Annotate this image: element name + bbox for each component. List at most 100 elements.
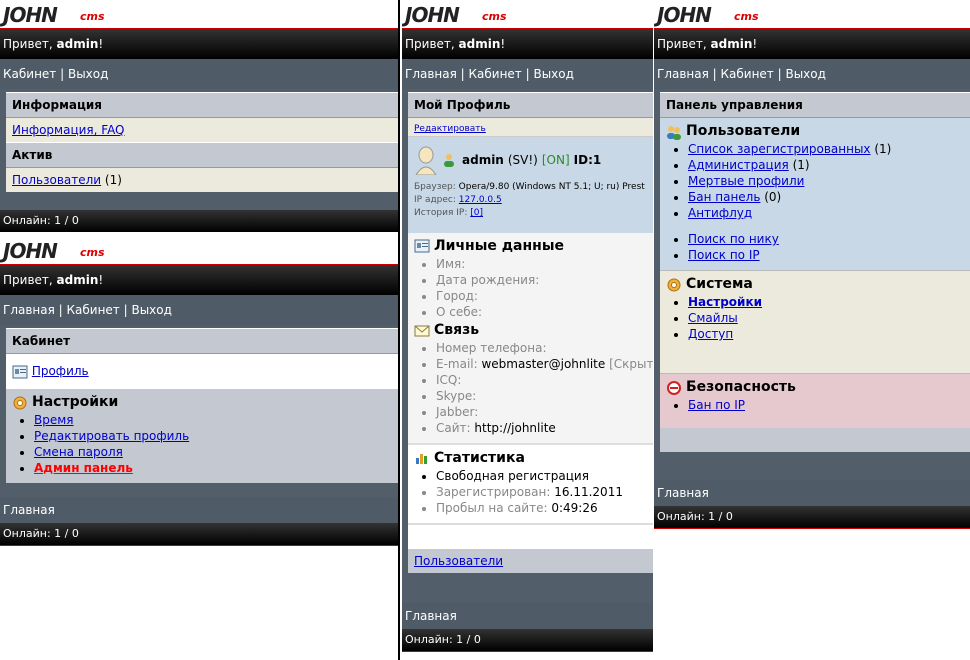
online-bar: Онлайн: 1 / 0 — [0, 210, 398, 232]
admin-panel-link[interactable]: Админ панель — [34, 461, 133, 475]
content-area: Информация Информация, FAQ Актив Пользов… — [0, 89, 398, 210]
logo-john: JOHN — [405, 3, 460, 27]
personal-list: Имя: Дата рождения: Город: О себе: — [414, 256, 647, 320]
greeting-bar: Привет, admin! — [0, 29, 398, 59]
contact-title-text: Связь — [434, 322, 480, 338]
site-value: http://johnlite — [474, 421, 556, 435]
logo[interactable]: JOHN cms — [654, 0, 970, 29]
settings-link[interactable]: Настройки — [688, 295, 762, 309]
top-nav[interactable]: Главная | Кабинет | Выход — [654, 59, 970, 89]
email-label: E-mail: — [436, 357, 482, 371]
search-nick-link[interactable]: Поиск по нику — [688, 232, 779, 246]
id-card-icon — [414, 239, 430, 253]
users-link[interactable]: Пользователи — [414, 554, 503, 568]
email-hidden: [Скрыт] — [605, 357, 653, 371]
greeting-user: admin — [458, 37, 501, 51]
active-header: Актив — [6, 142, 398, 168]
personal-title-text: Личные данные — [434, 238, 565, 254]
antiflood-link[interactable]: Антифлуд — [688, 206, 752, 220]
registered-label: Зарегистрирован: — [436, 485, 555, 499]
logo[interactable]: JOHN cms — [0, 0, 398, 29]
system-title: Система — [666, 276, 964, 292]
footer-home-link[interactable]: Главная — [3, 503, 55, 517]
contact-list: Номер телефона: E-mail: webmaster@johnli… — [414, 340, 653, 436]
list-item: Список зарегистрированных (1) — [688, 141, 964, 157]
greeting-prefix: Привет, — [3, 273, 57, 287]
profile-link[interactable]: Профиль — [32, 364, 89, 378]
info-faq-link[interactable]: Информация, FAQ — [12, 123, 125, 137]
logo-john: JOHN — [3, 3, 58, 27]
top-nav[interactable]: Главная | Кабинет | Выход — [0, 295, 398, 325]
browser-label: Браузер: — [414, 182, 459, 192]
profile-card-icon — [12, 365, 28, 379]
logo-cms: cms — [734, 10, 759, 23]
footer-nav[interactable]: Главная — [402, 603, 653, 629]
users-title-text: Пользователи — [686, 123, 801, 139]
list-item: Мертвые профили — [688, 173, 964, 189]
footer-home-link[interactable]: Главная — [405, 609, 457, 623]
time-link[interactable]: Время — [34, 413, 74, 427]
administration-link[interactable]: Администрация — [688, 158, 789, 172]
logo[interactable]: JOHN cms — [0, 236, 398, 265]
user-name: admin — [462, 153, 504, 167]
footer-home-link[interactable]: Главная — [657, 486, 709, 500]
footer-nav[interactable]: Главная — [0, 497, 398, 523]
time-value: 0:49:26 — [551, 501, 598, 515]
greeting-prefix: Привет, — [405, 37, 459, 51]
list-item: Админ панель — [34, 460, 392, 476]
list-item: Смена пароля — [34, 444, 392, 460]
ip-label: IP адрес: — [414, 195, 459, 205]
gear-icon — [12, 395, 28, 409]
list-item: Пробыл на сайте: 0:49:26 — [436, 500, 647, 516]
user-status: (SV!) — [507, 153, 538, 167]
list-item: Поиск по нику — [688, 231, 964, 247]
users-block: Пользователи Список зарегистрированных (… — [660, 118, 970, 270]
edit-link[interactable]: Редактировать — [414, 124, 486, 134]
edit-profile-link[interactable]: Редактировать профиль — [34, 429, 189, 443]
greeting-user: admin — [710, 37, 753, 51]
forbidden-icon — [666, 380, 682, 395]
stats-list: Свободная регистрация Зарегистрирован: 1… — [414, 468, 647, 516]
settings-list: Время Редактировать профиль Смена пароля… — [12, 412, 392, 476]
content-box: Мой Профиль Редактировать admin (SV!) [O… — [408, 92, 653, 573]
online-bar: Онлайн: 1 / 0 — [654, 506, 970, 529]
greeting-bar: Привет, admin! — [0, 265, 398, 295]
logo[interactable]: JOHN cms — [402, 0, 653, 29]
users-link[interactable]: Пользователи — [12, 173, 101, 187]
admin-header: Панель управления — [660, 92, 970, 118]
top-nav[interactable]: Главная | Кабинет | Выход — [402, 59, 653, 89]
list-item: Сайт: http://johnlite — [436, 420, 647, 436]
avatar — [414, 145, 438, 176]
settings-block: Настройки Время Редактировать профиль См… — [6, 388, 398, 483]
nav-links[interactable]: Главная | Кабинет | Выход — [405, 67, 574, 81]
panel-admin: JOHN cms Привет, admin! Главная | Кабине… — [654, 0, 970, 532]
online-bar: Онлайн: 1 / 0 — [402, 629, 653, 652]
registered-value: 16.11.2011 — [554, 485, 623, 499]
top-nav[interactable]: Кабинет | Выход — [0, 59, 398, 89]
greeting-suffix: ! — [752, 37, 758, 51]
footer-nav[interactable]: Главная — [654, 480, 970, 506]
admin-footer-row — [660, 428, 970, 452]
logo-cms: cms — [80, 246, 105, 259]
search-ip-link[interactable]: Поиск по IP — [688, 248, 760, 262]
access-link[interactable]: Доступ — [688, 327, 733, 341]
system-list: Настройки Смайлы Доступ — [666, 294, 964, 342]
smileys-link[interactable]: Смайлы — [688, 311, 738, 325]
list-item: Бан панель (0) — [688, 189, 964, 205]
time-label: Пробыл на сайте: — [436, 501, 552, 515]
registered-list-link[interactable]: Список зарегистрированных — [688, 142, 871, 156]
nav-links[interactable]: Главная | Кабинет | Выход — [657, 67, 826, 81]
nav-links[interactable]: Кабинет | Выход — [3, 67, 108, 81]
dead-profiles-link[interactable]: Мертвые профили — [688, 174, 804, 188]
item-count: (0) — [760, 190, 782, 204]
list-item: Зарегистрирован: 16.11.2011 — [436, 484, 647, 500]
ip-link[interactable]: 127.0.0.5 — [459, 195, 502, 205]
list-item: E-mail: webmaster@johnlite [Скрыт] — [436, 356, 653, 372]
history-link[interactable]: [0] — [470, 208, 483, 218]
change-password-link[interactable]: Смена пароля — [34, 445, 123, 459]
user-card: admin (SV!) [ON] ID:1 Браузер: Opera/9.8… — [408, 137, 653, 233]
ban-ip-link[interactable]: Бан по IP — [688, 398, 745, 412]
content-area: Кабинет Профиль Настройки Время Редактир… — [0, 325, 398, 497]
nav-links[interactable]: Главная | Кабинет | Выход — [3, 303, 172, 317]
ban-panel-link[interactable]: Бан панель — [688, 190, 760, 204]
